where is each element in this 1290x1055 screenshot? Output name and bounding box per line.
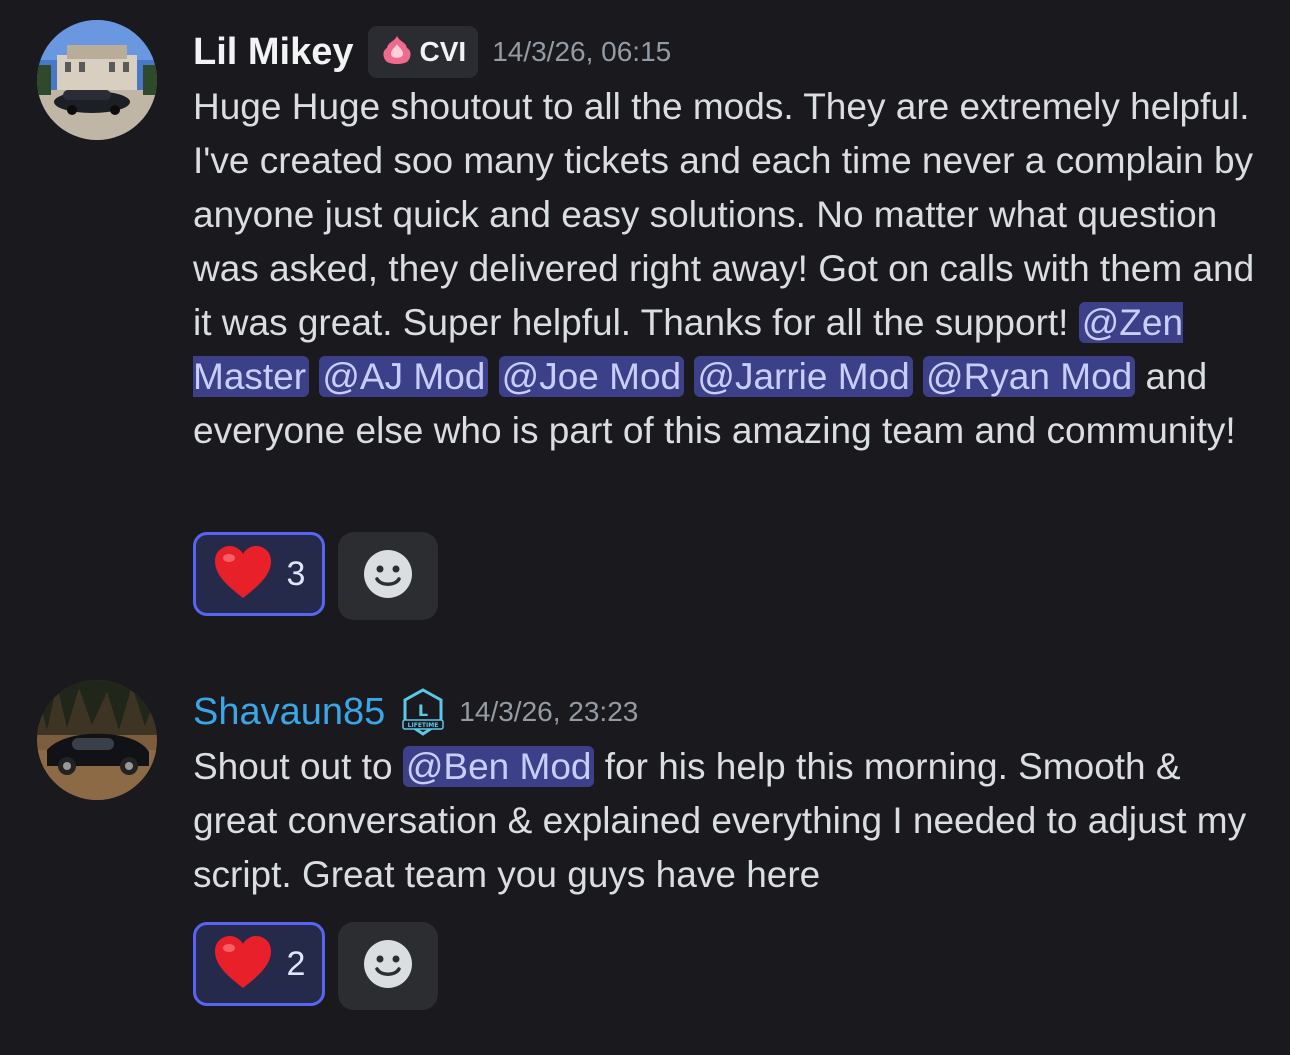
heart-icon xyxy=(213,934,273,995)
heart-reaction[interactable]: 2 xyxy=(193,922,325,1006)
message-header: Shavaun85 L LIFETIME 14/3/26, 23:23 xyxy=(193,686,638,738)
reaction-count: 3 xyxy=(286,554,306,593)
lifetime-badge-icon[interactable]: L LIFETIME xyxy=(401,688,445,736)
message-header: Lil Mikey CVI 14/3/26, 06:15 xyxy=(193,26,671,78)
avatar[interactable] xyxy=(37,680,157,800)
username[interactable]: Shavaun85 xyxy=(193,691,385,734)
timestamp: 14/3/26, 06:15 xyxy=(492,36,672,67)
heart-reaction[interactable]: 3 xyxy=(193,532,325,616)
message-item: Lil Mikey CVI 14/3/26, 06:15 Huge Huge s… xyxy=(0,0,1290,640)
reaction-bar: 2 xyxy=(193,922,438,1010)
mention-aj-mod[interactable]: @AJ Mod xyxy=(319,356,489,397)
mention-joe-mod[interactable]: @Joe Mod xyxy=(498,356,685,397)
server-tag[interactable]: CVI xyxy=(367,26,479,78)
add-reaction-button[interactable] xyxy=(338,532,438,620)
avatar[interactable] xyxy=(37,20,157,140)
mention-ben-mod[interactable]: @Ben Mod xyxy=(402,746,595,787)
timestamp: 14/3/26, 23:23 xyxy=(459,696,639,727)
username[interactable]: Lil Mikey xyxy=(193,31,354,74)
heart-icon xyxy=(213,544,273,605)
smiley-icon xyxy=(362,938,414,995)
add-reaction-button[interactable] xyxy=(338,922,438,1010)
pink-flame-icon xyxy=(380,34,414,71)
server-tag-label: CVI xyxy=(419,36,467,67)
message-content: Huge Huge shoutout to all the mods. They… xyxy=(193,80,1273,458)
reaction-bar: 3 xyxy=(193,532,438,620)
smiley-icon xyxy=(362,548,414,605)
mention-jarrie-mod[interactable]: @Jarrie Mod xyxy=(694,356,913,397)
message-item: Shavaun85 L LIFETIME 14/3/26, 23:23 Shou… xyxy=(0,660,1290,1055)
message-content: Shout out to @Ben Mod for his help this … xyxy=(193,740,1273,902)
svg-text:LIFETIME: LIFETIME xyxy=(408,722,439,729)
mention-ryan-mod[interactable]: @Ryan Mod xyxy=(923,356,1136,397)
message-text: Shout out to xyxy=(193,746,403,787)
reaction-count: 2 xyxy=(286,944,306,983)
svg-text:L: L xyxy=(418,701,428,720)
